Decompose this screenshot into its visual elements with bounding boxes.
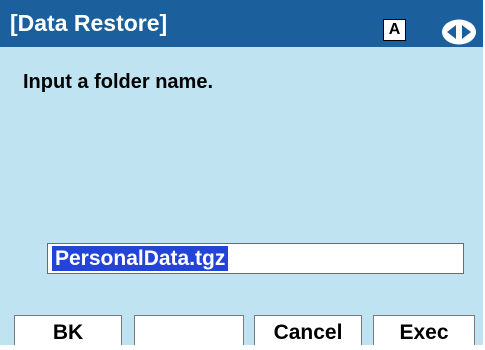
softkey-exec[interactable]: Exec [373,315,475,345]
phone-display: [Data Restore] A Input a folder name. Pe… [0,0,483,345]
left-right-arrows-icon[interactable] [441,19,477,45]
prompt-text: Input a folder name. [23,71,214,93]
title-bar: [Data Restore] A [0,0,483,47]
softkey-bk[interactable]: BK [14,315,122,345]
softkey-blank[interactable] [134,315,244,345]
selected-input-text: PersonalData.tgz [52,246,229,271]
softkey-cancel[interactable]: Cancel [254,315,362,345]
screen-title: [Data Restore] [10,10,168,36]
folder-name-input[interactable]: PersonalData.tgz [47,243,464,274]
input-mode-indicator: A [383,19,406,41]
